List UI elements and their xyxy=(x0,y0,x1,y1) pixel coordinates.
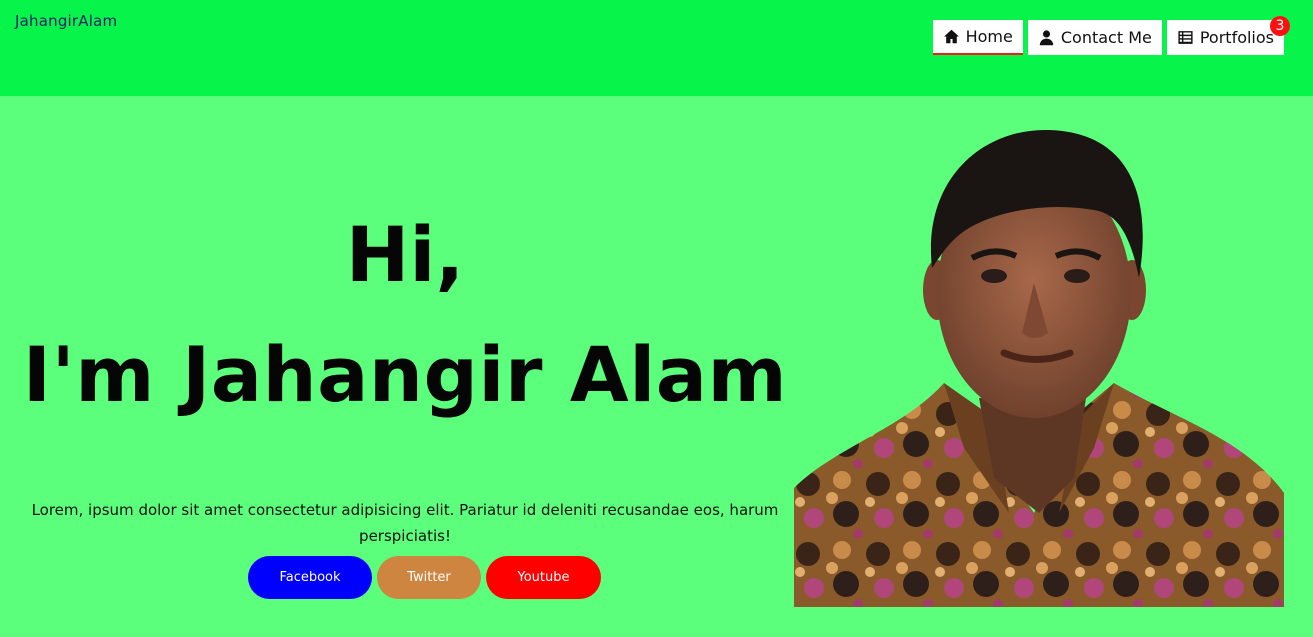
hero-name: I'm Jahangir Alam xyxy=(22,330,788,419)
nav-item-label: Home xyxy=(965,27,1013,46)
notification-badge: 3 xyxy=(1270,16,1290,36)
profile-photo xyxy=(794,129,1284,607)
youtube-button[interactable]: Youtube xyxy=(486,556,601,599)
nav-menu: Home Contact Me Portfolios 3 xyxy=(932,16,1290,55)
facebook-button[interactable]: Facebook xyxy=(248,556,372,599)
social-buttons: Facebook Twitter Youtube xyxy=(248,556,601,599)
list-icon xyxy=(1177,29,1195,47)
hero-greeting: Hi, xyxy=(345,210,465,299)
nav-item-label: Contact Me xyxy=(1060,28,1152,47)
nav-item-portfolios[interactable]: Portfolios 3 xyxy=(1166,16,1290,55)
navbar: JahangirAlam Home Contact Me Portfolios … xyxy=(0,0,1313,96)
twitter-button[interactable]: Twitter xyxy=(377,556,481,599)
brand-logo[interactable]: JahangirAlam xyxy=(15,12,117,30)
user-icon xyxy=(1038,29,1056,47)
nav-item-label: Portfolios xyxy=(1199,28,1274,47)
nav-item-contact[interactable]: Contact Me xyxy=(1027,20,1162,55)
home-icon xyxy=(943,28,961,46)
intro-text: Lorem, ipsum dolor sit amet consectetur … xyxy=(31,501,779,545)
nav-item-home[interactable]: Home xyxy=(932,20,1023,55)
